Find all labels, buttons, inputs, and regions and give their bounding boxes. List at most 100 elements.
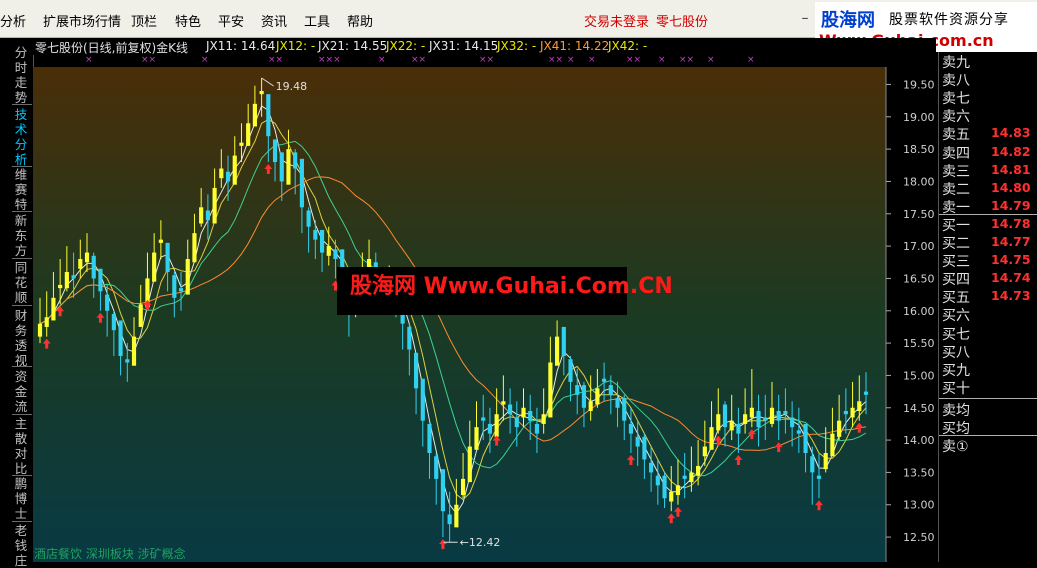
candle-body	[105, 294, 110, 311]
candle-body	[286, 149, 291, 185]
order-book-level: 买三	[942, 254, 970, 271]
chart-title: 零七股份(日线,前复权)金K线	[35, 41, 189, 55]
order-book-price: 14.77	[991, 234, 1031, 249]
buy-average: 买均	[939, 418, 1037, 437]
candle-body	[152, 252, 157, 282]
y-tick-label: 14.50	[903, 402, 935, 415]
candle-body	[608, 385, 613, 395]
chart-header: 零七股份(日线,前复权)金K线 JX11: 14.64 JX12: - JX21…	[33, 38, 936, 55]
candle-body	[138, 304, 143, 327]
order-book-row[interactable]: 卖四 14.82	[939, 143, 1037, 162]
candle-body	[796, 430, 801, 434]
ma-jx11: JX11: 14.64	[206, 39, 276, 53]
candle-body	[702, 446, 707, 457]
order-book-level: 买十	[942, 380, 970, 397]
y-tick-label: 16.00	[903, 305, 935, 318]
sell-queue-1-label: 卖①	[942, 439, 969, 456]
candle-body	[763, 417, 768, 421]
candle-body	[474, 427, 479, 450]
y-tick-label: 13.50	[903, 466, 935, 479]
signal-mark: ×	[707, 55, 715, 65]
candle-body	[857, 401, 862, 411]
order-book-level: 卖三	[942, 163, 970, 180]
candle-body	[843, 410, 848, 415]
candle-body	[172, 275, 177, 298]
order-book-level: 买八	[942, 344, 970, 361]
candle-body	[185, 259, 190, 295]
signal-mark: ××	[548, 55, 564, 65]
order-book-row[interactable]: 卖一 14.79	[939, 197, 1037, 216]
order-book-row[interactable]: 卖九	[939, 52, 1037, 71]
candle-body	[675, 485, 681, 496]
candle-body	[326, 246, 331, 256]
candle-body	[816, 475, 822, 479]
low-label: ←12.42	[460, 536, 501, 549]
order-book-row[interactable]: 买六	[939, 305, 1037, 324]
candle-body	[622, 398, 627, 421]
order-book-price: 14.81	[991, 161, 1031, 177]
candle-body	[212, 187, 217, 224]
order-book-row[interactable]: 买七	[939, 324, 1037, 343]
order-book-row[interactable]: 买一 14.78	[939, 215, 1037, 234]
order-book-level: 买七	[942, 326, 970, 343]
candle-body	[642, 436, 647, 460]
candle-body	[716, 414, 721, 431]
order-book-row[interactable]: 买四 14.74	[939, 269, 1037, 288]
order-book-row[interactable]: 买九	[939, 360, 1037, 379]
candle-body	[481, 417, 486, 421]
concept-tags[interactable]: 酒店餐饮 深圳板块 涉矿概念	[34, 545, 186, 562]
signal-mark: ×	[588, 55, 596, 65]
order-book-row[interactable]: 卖七	[939, 88, 1037, 107]
order-book-row[interactable]: 卖六	[939, 106, 1037, 125]
y-tick-label: 18.00	[903, 175, 935, 188]
candle-body	[662, 475, 667, 499]
candle-body	[98, 268, 103, 292]
signal-mark: ××	[626, 55, 642, 65]
order-book-row[interactable]: 买十	[939, 378, 1037, 397]
order-book-separator	[939, 213, 1037, 215]
candle-body	[239, 142, 244, 146]
signal-mark: ××	[479, 55, 495, 65]
candle-body	[178, 288, 184, 292]
order-book-row[interactable]: 买八	[939, 342, 1037, 361]
signal-mark: ×	[378, 55, 386, 65]
candle-body	[272, 139, 278, 163]
order-book-row[interactable]: 买二 14.77	[939, 233, 1037, 252]
sell-average: 卖均	[939, 400, 1037, 419]
signal-mark: ×	[567, 55, 575, 65]
order-book-row[interactable]: 卖二 14.80	[939, 179, 1037, 198]
candle-body	[192, 233, 197, 263]
candle-body	[830, 433, 835, 457]
candle-body	[64, 271, 69, 289]
candle-body	[111, 314, 116, 331]
y-tick-label: 17.50	[903, 208, 935, 221]
y-tick-label: 15.50	[903, 337, 935, 350]
high-label: 19.48	[276, 80, 308, 93]
candle-body	[521, 407, 526, 418]
candle-body	[783, 410, 788, 415]
candle-body	[71, 275, 76, 279]
candle-body	[266, 94, 271, 137]
order-book-row[interactable]: 卖八	[939, 70, 1037, 89]
watermark-text: 股海网 Www.Guhai.Com.CN	[350, 274, 673, 299]
order-book-level: 卖二	[942, 181, 970, 198]
y-tick-label: 13.00	[903, 499, 935, 512]
y-tick-label: 19.00	[903, 111, 935, 124]
order-book-row[interactable]: 卖五 14.83	[939, 124, 1037, 143]
order-book-row[interactable]: 买五 14.73	[939, 287, 1037, 306]
candle-body	[837, 420, 842, 437]
order-book: 卖九 卖八 卖七 卖六 卖五 14.83 卖四 14.82 卖三 14.81 卖二 14.80 卖一 14…	[938, 52, 1037, 562]
candle-body	[507, 404, 513, 415]
order-book-row[interactable]: 卖三 14.81	[939, 161, 1037, 180]
order-book-row[interactable]: 买三 14.75	[939, 251, 1037, 271]
ma-jx12: JX12: -	[276, 39, 316, 53]
y-tick-label: 16.50	[903, 272, 935, 285]
signal-mark: ×	[658, 55, 666, 65]
candle-body	[649, 462, 654, 473]
candle-body	[729, 420, 734, 431]
order-book-separator	[939, 435, 1037, 437]
candle-body	[125, 359, 130, 363]
candle-body	[293, 152, 298, 169]
candle-body	[810, 456, 815, 473]
candle-body	[460, 478, 466, 496]
